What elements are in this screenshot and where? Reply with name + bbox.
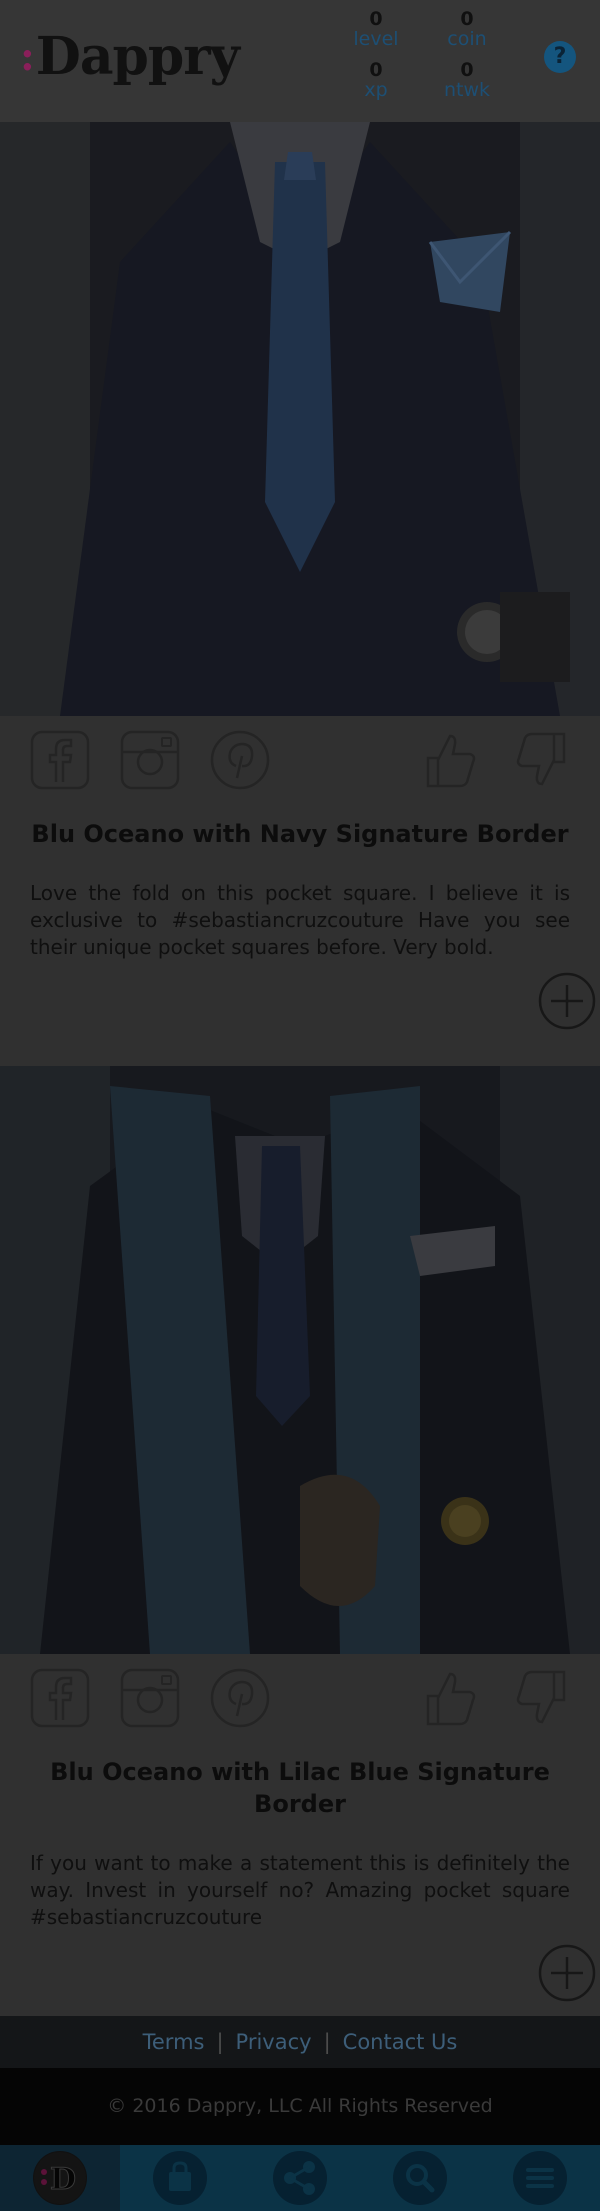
privacy-link[interactable]: Privacy [236, 2030, 312, 2054]
nav-logo-letter: D [50, 2162, 76, 2197]
add-plus-icon[interactable] [538, 1944, 596, 2002]
logo-text: Dappry [35, 26, 240, 87]
post-description: If you want to make a statement this is … [30, 1851, 570, 1929]
stat-level-value: 0 [369, 8, 383, 30]
stat-ntwk-label: ntwk [443, 79, 491, 101]
stat-xp-label: xp [364, 79, 388, 101]
nav-menu[interactable] [480, 2145, 600, 2211]
suit-scarf-photo [0, 1066, 600, 1654]
app-header: :Dappry 0 level 0 coin 0 xp 0 ntwk ? [0, 0, 600, 122]
nav-share[interactable] [240, 2145, 360, 2211]
footer-separator: | [323, 2030, 331, 2054]
pinterest-share-icon[interactable] [210, 1668, 270, 1728]
share-icon [273, 2151, 327, 2205]
copyright: © 2016 Dappry, LLC All Rights Reserved [0, 2068, 600, 2145]
logo-mark: : [20, 33, 35, 80]
stat-coin-value: 0 [460, 8, 474, 30]
post-title[interactable]: Blu Oceano with Navy Signature Border [20, 818, 580, 850]
search-icon [393, 2151, 447, 2205]
shopping-bag-icon [153, 2151, 207, 2205]
post-image[interactable] [0, 122, 600, 716]
nav-search[interactable] [360, 2145, 480, 2211]
post-title[interactable]: Blu Oceano with Lilac Blue Signature Bor… [20, 1756, 580, 1820]
thumbs-up-icon[interactable] [420, 1668, 480, 1728]
facebook-share-icon[interactable] [30, 730, 90, 790]
stat-level-label: level [353, 28, 399, 50]
add-plus-icon[interactable] [538, 972, 596, 1030]
facebook-share-icon[interactable] [30, 1668, 90, 1728]
instagram-share-icon[interactable] [120, 730, 180, 790]
dappry-logo[interactable]: :Dappry [20, 26, 240, 87]
footer-separator: | [216, 2030, 224, 2054]
stat-coin[interactable]: 0 coin [422, 9, 512, 49]
post-description: Love the fold on this pocket square. I b… [30, 881, 570, 959]
terms-link[interactable]: Terms [143, 2030, 205, 2054]
stat-xp[interactable]: 0 xp [331, 60, 421, 100]
post-card: Blu Oceano with Navy Signature Border Lo… [0, 716, 600, 1066]
nav-shop[interactable] [120, 2145, 240, 2211]
post-card: Blu Oceano with Lilac Blue Signature Bor… [0, 1654, 600, 2016]
instagram-share-icon[interactable] [120, 1668, 180, 1728]
stat-coin-label: coin [447, 28, 487, 50]
contact-us-link[interactable]: Contact Us [343, 2030, 458, 2054]
help-icon[interactable]: ? [544, 41, 576, 73]
footer-links: Terms | Privacy | Contact Us [0, 2016, 600, 2068]
stat-level[interactable]: 0 level [331, 9, 421, 49]
thumbs-up-icon[interactable] [420, 730, 480, 790]
thumbs-down-icon[interactable] [512, 730, 572, 790]
suit-navy-photo [0, 122, 600, 716]
pinterest-share-icon[interactable] [210, 730, 270, 790]
bottom-nav: D [0, 2145, 600, 2211]
thumbs-down-icon[interactable] [512, 1668, 572, 1728]
nav-home[interactable]: D [0, 2145, 120, 2211]
stat-ntwk[interactable]: 0 ntwk [422, 60, 512, 100]
stat-ntwk-value: 0 [460, 59, 474, 81]
dappry-d-logo-icon: D [33, 2151, 87, 2205]
post-image[interactable] [0, 1066, 600, 1654]
menu-icon [513, 2151, 567, 2205]
stat-xp-value: 0 [369, 59, 383, 81]
